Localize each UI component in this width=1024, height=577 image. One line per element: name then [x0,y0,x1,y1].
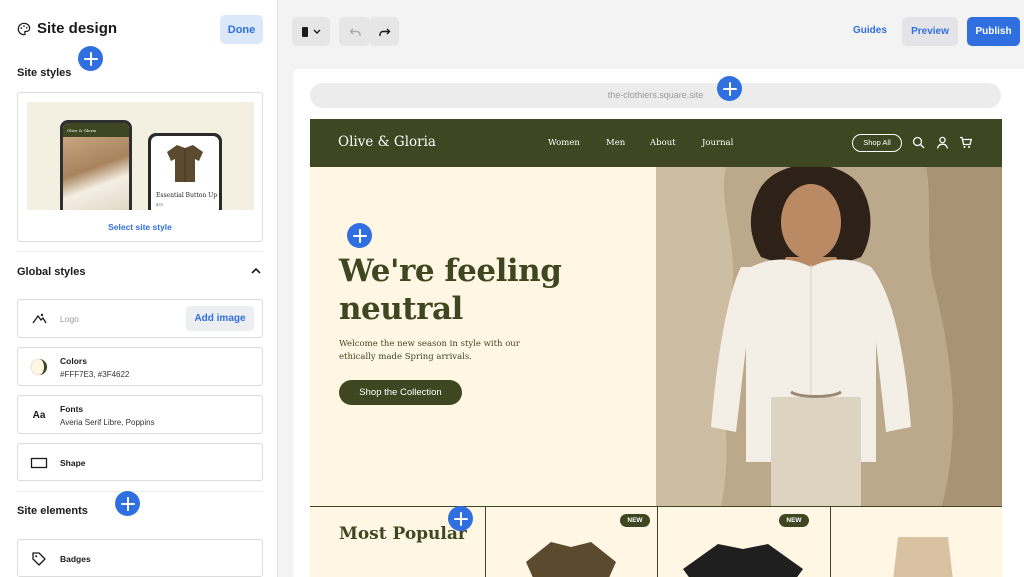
fonts-label: Fonts [60,404,84,414]
divider [17,491,263,492]
shirt-image [167,145,203,182]
badges-row[interactable]: Badges [17,539,263,577]
colors-value: #FFF7E3, #3F4622 [60,370,130,379]
add-section-icon[interactable] [115,491,140,516]
site-header: Olive & Gloria Women Men About Journal S… [310,119,1002,167]
logo-row[interactable]: Logo Add image [17,299,263,338]
redo-button[interactable] [370,17,399,46]
logo-icon [30,310,48,328]
publish-button[interactable]: Publish [967,17,1020,46]
device-toggle-button[interactable] [292,17,330,46]
search-icon[interactable] [912,136,925,149]
shape-row[interactable]: Shape [17,443,263,481]
fonts-row[interactable]: Aa Fonts Averia Serif Libre, Poppins [17,395,263,434]
product-image [526,542,616,577]
fonts-icon: Aa [32,409,46,421]
chevron-up-icon[interactable] [250,266,262,276]
tag-icon [30,550,48,568]
mock-product-price: $75 [156,202,163,207]
product-card[interactable]: NEW [779,507,1002,577]
undo-button[interactable] [339,17,370,46]
site-style-card[interactable]: Olive & Gloria Essential Button Up $75 S… [17,92,263,242]
site-elements-heading: Site elements [17,505,88,517]
colors-label: Colors [60,356,87,366]
global-styles-heading: Global styles [17,266,86,278]
shop-all-button[interactable]: Shop All [852,134,902,152]
hero-image[interactable] [656,167,1002,506]
product-image [683,544,803,577]
done-button[interactable]: Done [220,15,263,44]
preview-button[interactable]: Preview [902,17,958,46]
product-image [893,537,953,577]
divider [17,251,263,252]
site-design-panel: Site design Done Site styles Olive & Glo… [0,0,278,577]
select-site-style-link[interactable]: Select site style [18,222,262,232]
undo-icon [349,28,361,36]
badges-label: Badges [60,554,91,564]
nav-link-women[interactable]: Women [548,138,580,148]
colors-row[interactable]: Colors #FFF7E3, #3F4622 [17,347,263,386]
new-badge: NEW [779,514,809,527]
shape-label: Shape [60,458,86,468]
shop-collection-button[interactable]: Shop the Collection [339,380,462,405]
panel-header: Site design [17,20,117,37]
palette-icon [17,22,31,35]
hero-description[interactable]: Welcome the new season in style with our… [339,338,549,364]
redo-icon [378,28,390,36]
nav-link-journal[interactable]: Journal [702,138,733,148]
device-icon [302,26,321,37]
mock-phone-product: Essential Button Up $75 [148,133,222,210]
mock-phone-home: Olive & Gloria [60,120,132,210]
panel-title: Site design [37,20,118,37]
site-style-preview: Olive & Gloria Essential Button Up $75 [27,102,254,210]
hero-text-block: We're feeling neutral Welcome the new se… [310,167,656,506]
mock-brand: Olive & Gloria [67,127,97,133]
add-section-icon[interactable] [717,76,742,101]
cart-icon[interactable] [959,136,972,149]
fonts-value: Averia Serif Libre, Poppins [60,418,155,427]
hero-title[interactable]: We're feeling neutral [339,252,639,328]
add-section-icon[interactable] [448,506,473,531]
url-bar: the-clothiers.square.site [310,83,1001,108]
site-brand[interactable]: Olive & Gloria [338,134,436,150]
logo-placeholder: Logo [60,314,79,324]
site-design-app: Site design Done Site styles Olive & Glo… [0,0,1024,577]
site-styles-heading: Site styles [17,67,72,79]
new-badge: NEW [620,514,650,527]
mock-hero-image [63,137,129,210]
nav-link-men[interactable]: Men [606,138,625,148]
add-image-button[interactable]: Add image [186,306,254,331]
most-popular-heading[interactable]: Most Popular [339,524,467,544]
add-section-icon[interactable] [78,46,103,71]
most-popular-section: Most Popular NEW NEW [310,506,1002,577]
guides-link[interactable]: Guides [853,25,887,36]
mock-product-name: Essential Button Up [156,192,218,199]
add-section-icon[interactable] [347,223,372,248]
nav-link-about[interactable]: About [650,138,676,148]
site-canvas: the-clothiers.square.site Olive & Gloria… [293,69,1024,577]
user-icon[interactable] [936,136,949,149]
color-swatch-icon [30,358,48,376]
shape-icon [30,454,48,472]
site-preview[interactable]: Olive & Gloria Women Men About Journal S… [310,119,1002,577]
